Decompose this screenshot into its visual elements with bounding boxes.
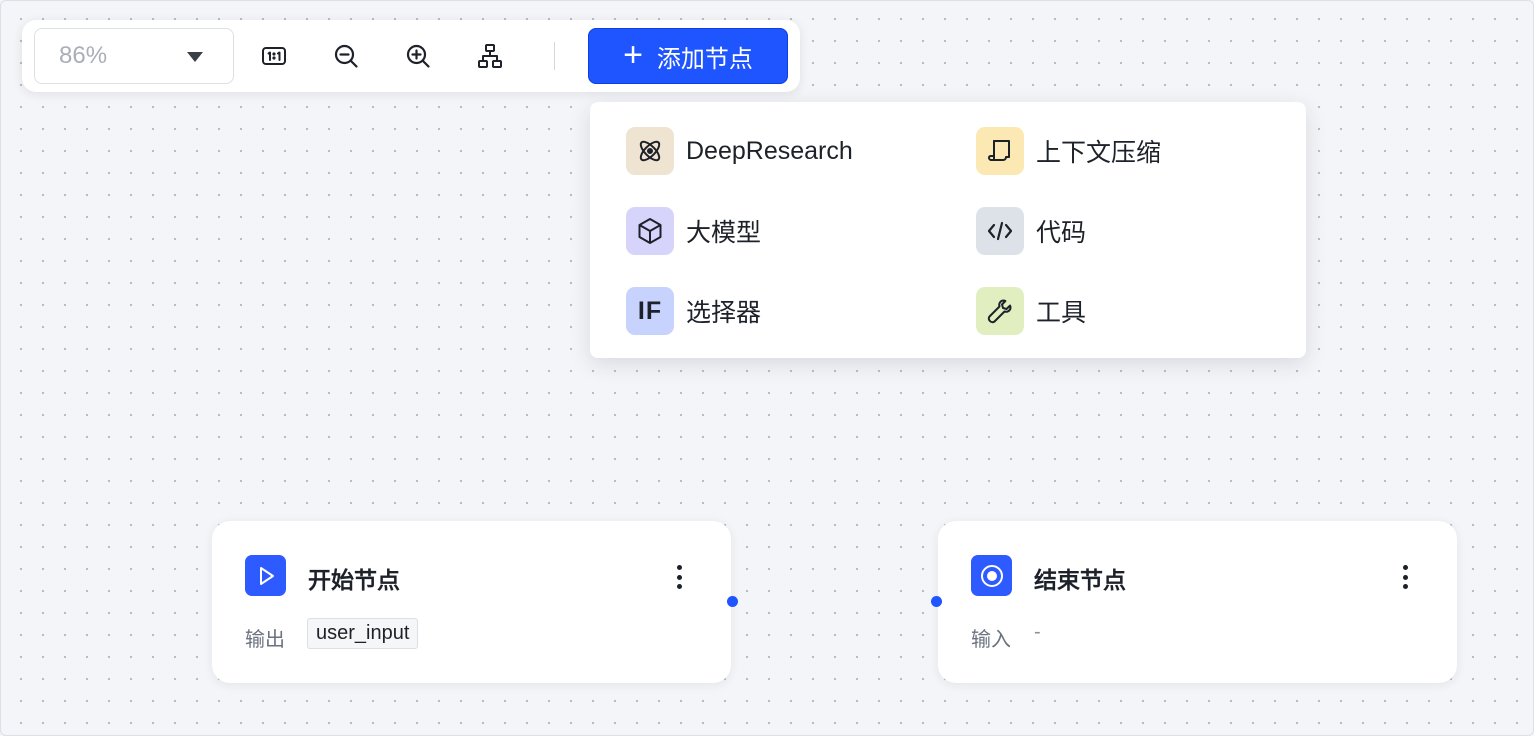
zoom-value: 86% [59, 42, 108, 69]
cube-icon [626, 207, 674, 255]
auto-layout-icon [478, 44, 502, 68]
menu-item-label: 工具 [1036, 299, 1087, 327]
zoom-select[interactable]: 86% [34, 28, 234, 84]
fit-1to1-icon [262, 47, 286, 65]
start-node[interactable]: 开始节点 输出 user_input [212, 521, 731, 683]
play-icon [245, 555, 286, 596]
zoom-in-icon [406, 44, 430, 68]
node-title: 结束节点 [1034, 567, 1126, 593]
zoom-in-button[interactable] [398, 36, 438, 76]
variable-tag: user_input [307, 618, 419, 649]
input-value: - [1034, 621, 1041, 643]
menu-item-deepresearch[interactable]: DeepResearch [626, 127, 853, 175]
input-label: 输入 [971, 629, 1011, 651]
end-node[interactable]: 结束节点 输入 - [938, 521, 1457, 683]
menu-item-label: 上下文压缩 [1036, 139, 1162, 167]
add-node-button[interactable]: + 添加节点 [588, 28, 788, 84]
fit-1to1-button[interactable] [254, 36, 294, 76]
menu-item-label: 大模型 [686, 219, 762, 247]
node-title: 开始节点 [308, 567, 400, 593]
menu-item-label: DeepResearch [686, 136, 853, 165]
end-node-input-handle[interactable] [931, 596, 942, 607]
wrench-icon [976, 287, 1024, 335]
more-vertical-icon[interactable] [1395, 565, 1415, 589]
zoom-out-icon [334, 44, 358, 68]
canvas-toolbar: 86% + 添加节点 [22, 20, 800, 92]
auto-layout-button[interactable] [470, 36, 510, 76]
menu-item-code[interactable]: 代码 [976, 207, 1086, 255]
output-label: 输出 [245, 629, 285, 651]
menu-item-selector[interactable]: IF 选择器 [626, 287, 761, 335]
code-icon [976, 207, 1024, 255]
menu-item-context-compress[interactable]: 上下文压缩 [976, 127, 1161, 175]
atom-icon [626, 127, 674, 175]
if-icon: IF [626, 287, 674, 335]
stop-circle-icon [971, 555, 1012, 596]
menu-item-label: 选择器 [686, 299, 762, 327]
menu-item-label: 代码 [1036, 219, 1087, 247]
more-vertical-icon[interactable] [669, 565, 689, 589]
plus-icon: + [623, 35, 643, 74]
scroll-icon [976, 127, 1024, 175]
add-node-menu: DeepResearch 上下文压缩 大模型 代码 IF 选择器 工具 [590, 102, 1306, 358]
caret-down-icon [187, 52, 203, 62]
toolbar-divider [554, 42, 555, 70]
menu-item-llm[interactable]: 大模型 [626, 207, 761, 255]
menu-item-tool[interactable]: 工具 [976, 287, 1086, 335]
start-node-output-handle[interactable] [727, 596, 738, 607]
zoom-out-button[interactable] [326, 36, 366, 76]
add-node-label: 添加节点 [656, 45, 753, 73]
